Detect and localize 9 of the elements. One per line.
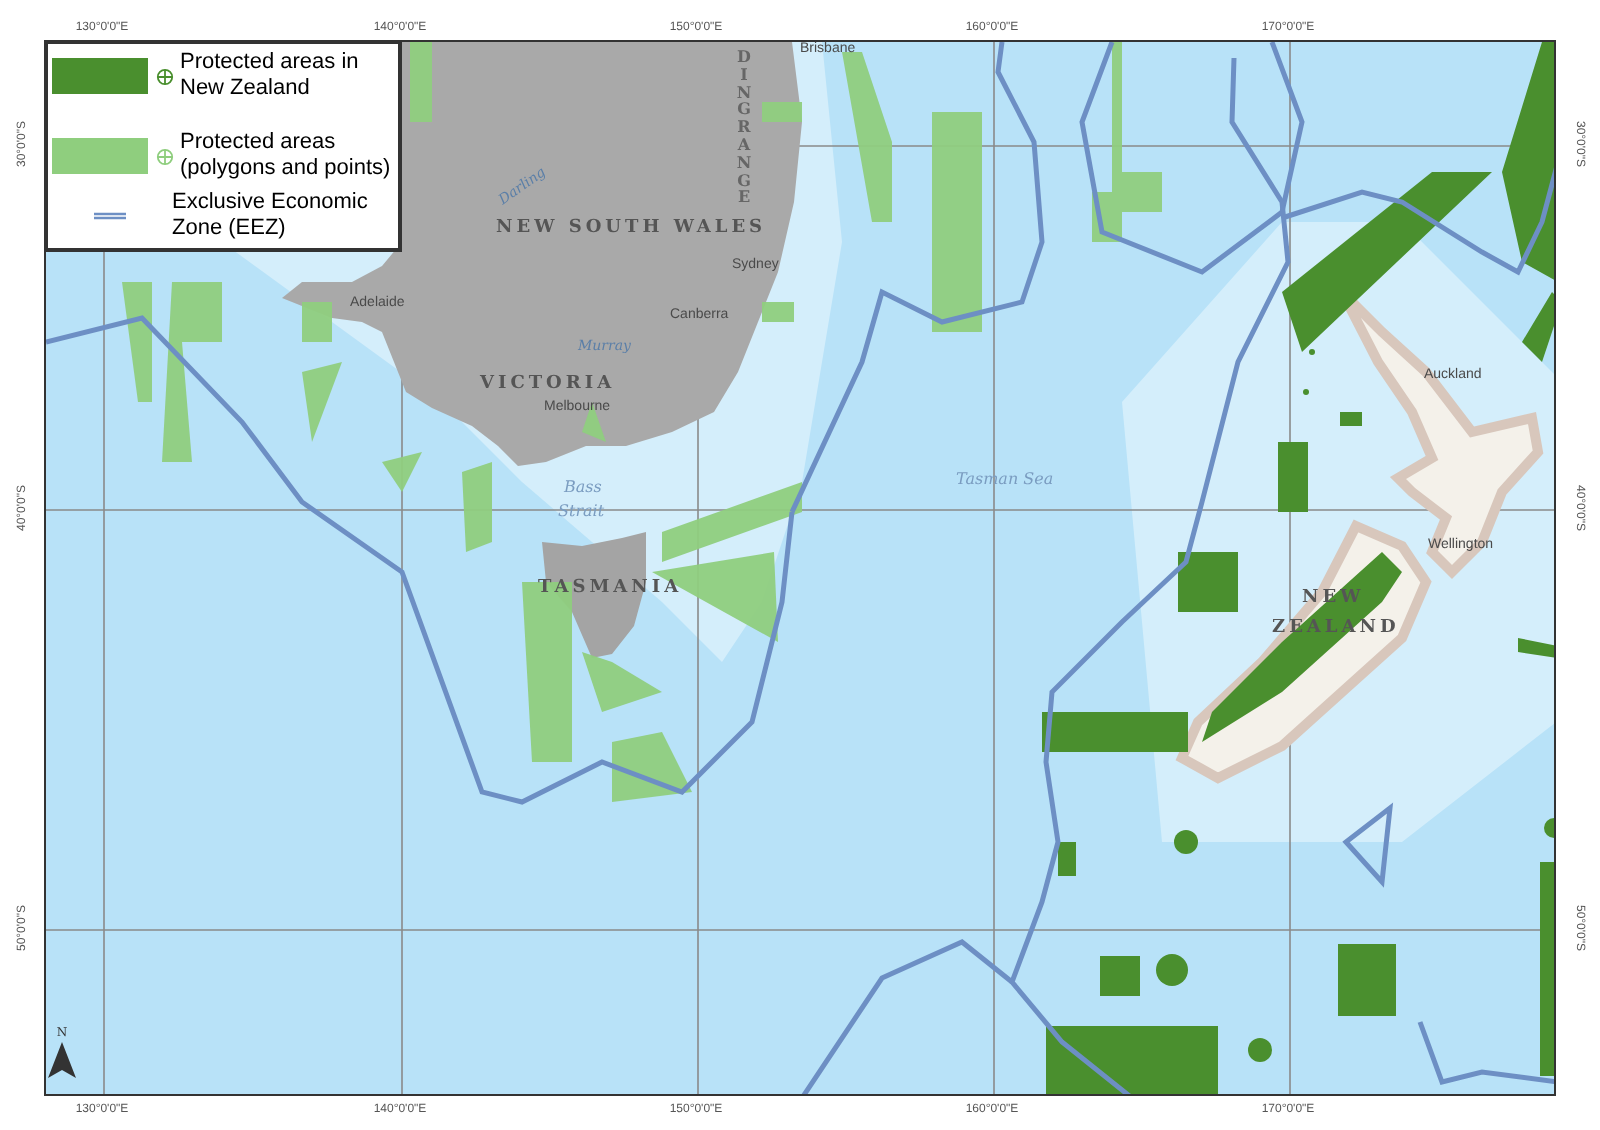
legend-label: Exclusive Economic Zone (EEZ) bbox=[172, 190, 370, 242]
legend-label: Protected areas (polygons and points) bbox=[180, 130, 393, 182]
point-symbol-icon bbox=[156, 67, 174, 85]
legend-label: Protected areas in New Zealand bbox=[180, 50, 361, 102]
region-label: NEW SOUTH WALES bbox=[496, 216, 767, 242]
range-label: DINGRANGE bbox=[736, 48, 752, 207]
sea-label: Bass bbox=[564, 476, 602, 500]
region-label: VICTORIA bbox=[480, 372, 616, 398]
point-symbol-icon bbox=[156, 147, 174, 165]
